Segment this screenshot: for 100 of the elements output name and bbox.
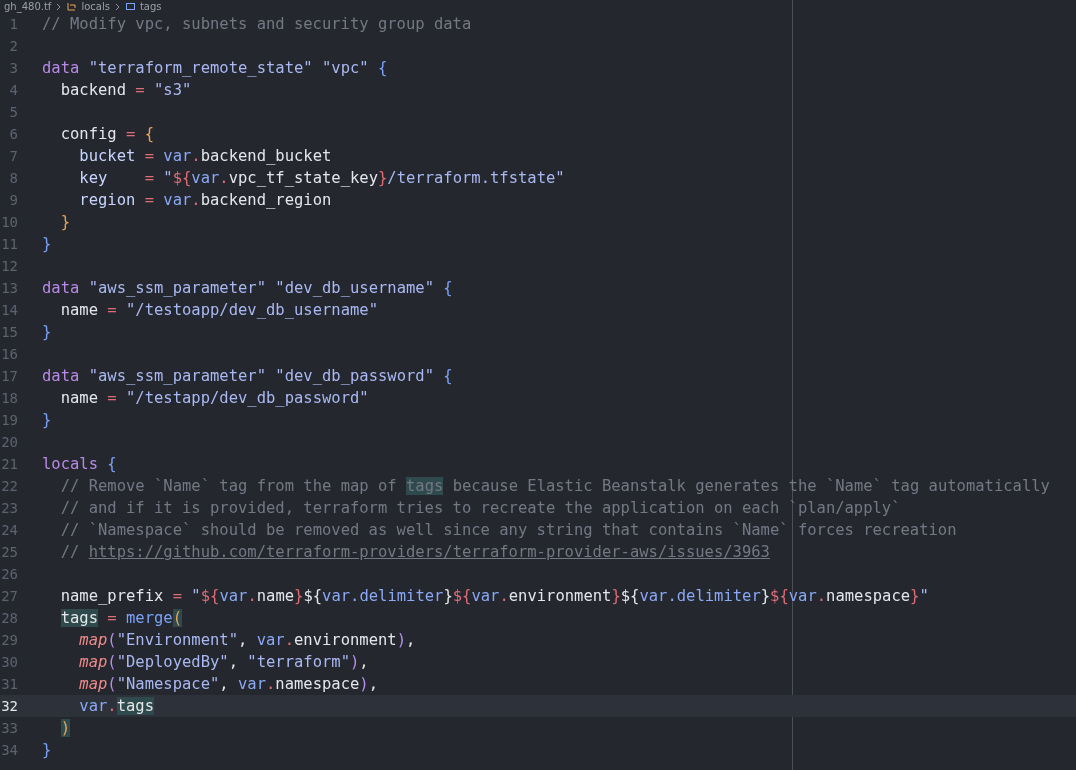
line-number: 24 — [0, 522, 18, 538]
operator: . — [107, 697, 117, 715]
code-text: namespace — [826, 587, 911, 605]
line-number: 17 — [0, 368, 18, 384]
line-number: 32 — [0, 698, 18, 714]
brace: } — [42, 323, 52, 341]
string-literal: "terraform_remote_state" — [88, 59, 313, 77]
line-number: 13 — [0, 280, 18, 296]
code-text: key — [79, 169, 108, 187]
string-literal: "DeployedBy" — [116, 653, 229, 671]
line-number: 12 — [0, 258, 18, 274]
line-number: 26 — [0, 566, 18, 582]
code-text: } — [760, 587, 771, 605]
keyword: locals — [42, 455, 98, 473]
operator: = — [107, 389, 117, 407]
operator: = — [144, 169, 154, 187]
function-call: map — [79, 631, 108, 649]
breadcrumb-item[interactable]: tags — [139, 1, 162, 12]
string-literal: "/testoapp/dev_db_username" — [126, 301, 378, 319]
line-number: 20 — [0, 434, 18, 450]
brace: { — [443, 279, 453, 297]
code-text: name_prefix — [60, 587, 164, 605]
breadcrumb-item[interactable]: locals — [81, 1, 110, 12]
interpolation: } — [378, 169, 388, 187]
operator: . — [499, 587, 509, 605]
line-number: 33 — [0, 720, 18, 736]
code-text: , — [238, 631, 248, 649]
parenthesis: ( — [107, 631, 117, 649]
matched-parenthesis: ) — [60, 719, 70, 737]
interpolation: ${ — [452, 587, 472, 605]
brace: } — [42, 235, 52, 253]
line-number: 18 — [0, 390, 18, 406]
breadcrumb-item[interactable]: gh_480.tf — [4, 1, 52, 12]
function-call: map — [79, 653, 108, 671]
brace: { — [378, 59, 388, 77]
string-literal: "terraform" — [247, 653, 350, 671]
code-text: environment — [508, 587, 612, 605]
code-comment: // Modify vpc, subnets and security group data — [42, 15, 472, 33]
string-literal: "vpc" — [322, 59, 369, 77]
parenthesis: ( — [107, 653, 117, 671]
operator: = — [126, 125, 136, 143]
line-number: 8 — [8, 170, 18, 186]
string-literal: "aws_ssm_parameter" — [88, 367, 266, 385]
operator: = — [144, 147, 154, 165]
operator: = — [107, 609, 117, 627]
line-number: 21 — [0, 456, 18, 472]
parenthesis: ) — [350, 653, 360, 671]
code-text: backend — [60, 81, 126, 99]
line-number: 15 — [0, 324, 18, 340]
variable: var — [163, 147, 192, 165]
line-number: 34 — [0, 742, 18, 758]
code-text: vpc_tf_state_key — [228, 169, 378, 187]
parenthesis: ( — [107, 675, 117, 693]
operator: = — [135, 81, 145, 99]
operator: . — [816, 587, 827, 605]
line-number: 1 — [8, 16, 18, 32]
line-number: 25 — [0, 544, 18, 560]
code-text: region — [79, 191, 136, 209]
line-number: 27 — [0, 588, 18, 604]
parenthesis: ) — [359, 675, 369, 693]
line-number: 11 — [0, 236, 18, 252]
interpolation: } — [294, 587, 304, 605]
variable: var.delimiter — [639, 587, 761, 605]
line-number: 28 — [0, 610, 18, 626]
string-literal: " — [919, 587, 929, 605]
string-literal: "dev_db_password" — [275, 367, 434, 385]
code-comment: // Remove `Name` tag from the map of — [60, 477, 397, 495]
brace: } — [42, 411, 52, 429]
keyword: data — [42, 279, 80, 297]
parenthesis: ) — [396, 631, 407, 649]
brace: } — [42, 741, 52, 759]
code-text: backend_bucket — [200, 147, 332, 165]
string-literal: "/testapp/dev_db_password" — [126, 389, 369, 407]
operator: = — [107, 301, 117, 319]
line-number: 2 — [8, 38, 18, 54]
line-number: 10 — [0, 214, 18, 230]
code-text: , — [406, 631, 416, 649]
matched-parenthesis: ( — [172, 609, 183, 627]
link[interactable]: https://github.com/terraform-providers/terraform-provider-aws/issues/3963 — [88, 543, 770, 561]
interpolation: ${ — [200, 587, 220, 605]
line-number: 9 — [8, 192, 18, 208]
keyword: data — [42, 59, 80, 77]
brace: } — [60, 213, 70, 231]
line-number: 6 — [8, 126, 18, 142]
string-literal: /terraform.tfstate" — [387, 169, 565, 187]
line-number: 16 — [0, 346, 18, 362]
code-text: , — [359, 653, 369, 671]
string-literal: "Environment" — [116, 631, 238, 649]
brace: { — [443, 367, 453, 385]
interpolation: ${ — [770, 587, 789, 605]
operator: = — [144, 191, 154, 209]
line-number: 4 — [8, 82, 18, 98]
string-literal: "Namespace" — [116, 675, 220, 693]
code-text: , — [219, 675, 229, 693]
variable: var.delimiter — [322, 587, 444, 605]
block-icon — [67, 2, 77, 11]
code-text: ${ — [620, 587, 640, 605]
line-number: 31 — [0, 676, 18, 692]
code-text: namespace — [275, 675, 360, 693]
line-number: 14 — [0, 302, 18, 318]
